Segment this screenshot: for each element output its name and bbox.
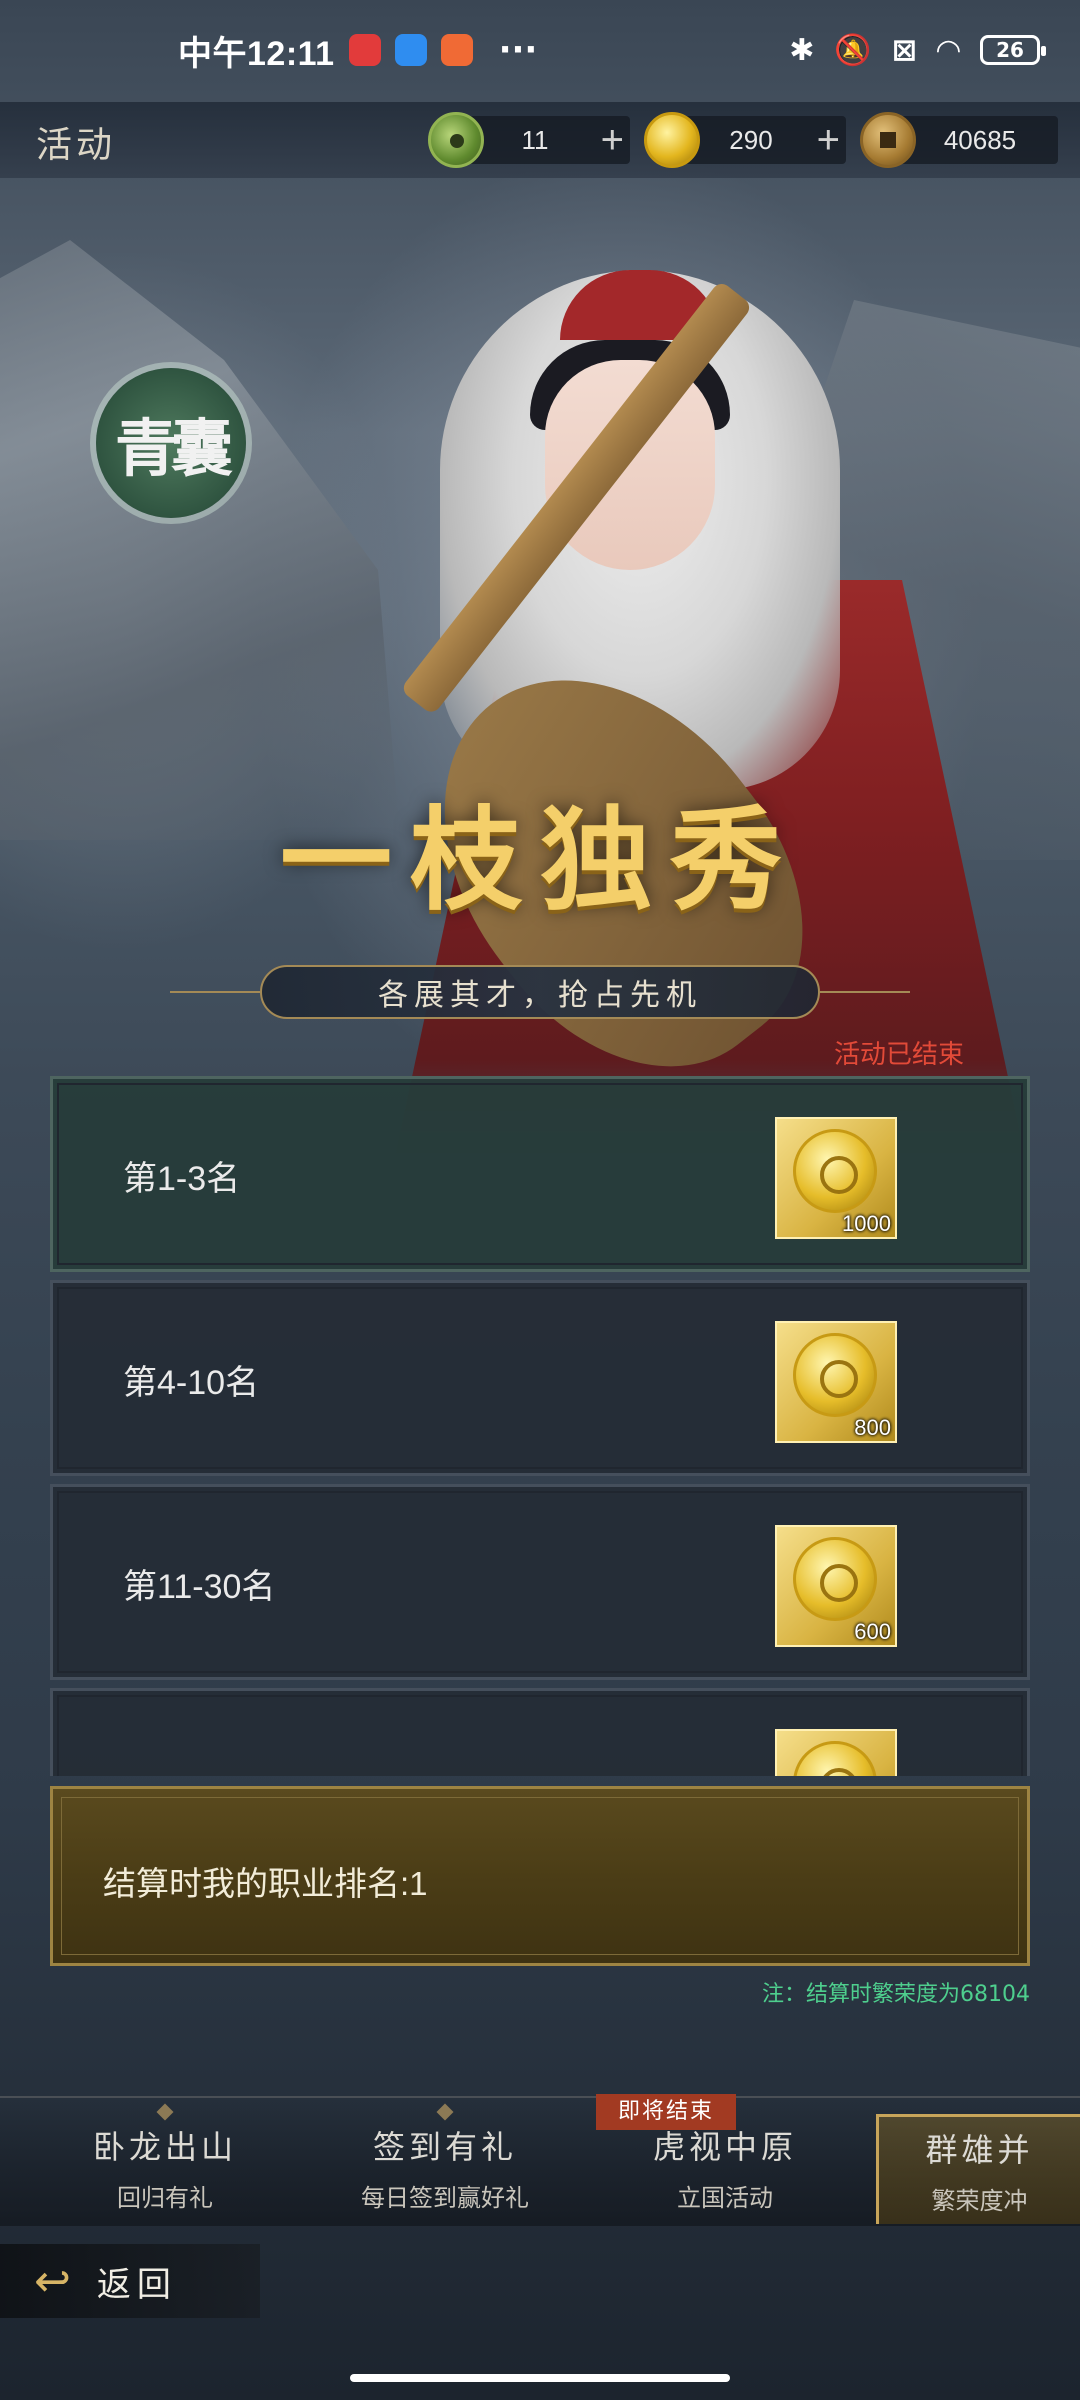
tab-subtitle: 繁荣度冲	[931, 2187, 1028, 2215]
reward-quantity: 1000	[842, 1211, 891, 1236]
bluetooth-icon: ✱	[789, 32, 815, 68]
gold-coin-icon	[793, 1741, 877, 1776]
copper-value: 40685	[943, 124, 1017, 155]
jade-add-button[interactable]: +	[601, 118, 624, 163]
reward-row: 第11-30名 600	[50, 1484, 1030, 1680]
reward-item[interactable]	[775, 1729, 897, 1776]
reward-item[interactable]: 600	[775, 1525, 897, 1647]
event-subtitle: 各展其才，抢占先机	[378, 978, 702, 1013]
ending-soon-badge: 即将结束	[596, 2094, 736, 2130]
top-bar: 活动 11 + 290 + 40685	[0, 102, 1080, 178]
logo-text: 青囊	[114, 412, 233, 485]
tab-divider-dot	[436, 2103, 454, 2121]
battery-icon: 26	[980, 35, 1046, 65]
tab-qunxiong[interactable]: 群雄并 繁荣度冲	[876, 2114, 1080, 2224]
event-subtitle-frame: 各展其才，抢占先机	[260, 965, 820, 1019]
my-rank-label: 结算时我的职业排名:1	[103, 1865, 428, 1902]
reward-row: 第1-3名 1000	[50, 1076, 1030, 1272]
home-indicator[interactable]	[350, 2374, 730, 2382]
back-arrow-icon: ↩	[34, 2255, 71, 2307]
app-notification-icon-orange	[440, 34, 473, 66]
reward-item[interactable]: 1000	[775, 1117, 897, 1239]
tab-title: 签到有礼	[372, 2128, 517, 2166]
subtitle-ornament-left	[170, 991, 260, 993]
back-label: 返回	[96, 2264, 177, 2305]
reward-quantity: 800	[854, 1415, 891, 1440]
tab-subtitle: 每日签到赢好礼	[361, 2184, 529, 2212]
mute-bell-icon: 🔕	[834, 32, 872, 68]
sim-off-icon: ⊠	[891, 32, 917, 68]
status-time: 中午12:11	[178, 34, 335, 73]
subtitle-ornament-right	[820, 991, 910, 993]
status-bar: 中午12:11 ··· ✱ 🔕 ⊠ ◠ 26	[0, 0, 1080, 100]
prosperity-note: 注：结算时繁荣度为68104	[762, 1982, 1030, 2007]
gold-coin-icon	[793, 1333, 877, 1417]
reward-row	[50, 1688, 1030, 1776]
gold-coin-icon	[793, 1129, 877, 1213]
jade-resource[interactable]: 11 +	[428, 112, 630, 168]
gold-add-button[interactable]: +	[817, 118, 840, 163]
event-title: 一枝独秀	[280, 795, 800, 926]
tab-title: 卧龙出山	[92, 2128, 237, 2166]
tab-hushi[interactable]: 虎视中原 立国活动	[600, 2114, 850, 2224]
reward-rank-label: 第1-3名	[123, 1160, 241, 1198]
page-title: 活动	[36, 125, 117, 166]
tab-signin[interactable]: 签到有礼 每日签到赢好礼	[320, 2103, 570, 2224]
more-notifications-icon: ···	[498, 30, 538, 70]
reward-row: 第4-10名 800	[50, 1280, 1030, 1476]
tab-title: 群雄并	[925, 2131, 1034, 2169]
tab-subtitle: 立国活动	[677, 2184, 773, 2212]
reward-rank-label: 第11-30名	[123, 1568, 276, 1606]
status-right: ✱ 🔕 ⊠ ◠ 26	[789, 32, 1046, 68]
app-notification-icon-red	[348, 34, 381, 66]
app-notification-icon-blue	[394, 34, 427, 66]
back-button[interactable]: ↩ 返回	[0, 2244, 260, 2318]
gold-coin-icon	[793, 1537, 877, 1621]
gold-resource[interactable]: 290 +	[644, 112, 846, 168]
event-status: 活动已结束	[833, 1040, 964, 1070]
tab-subtitle: 回归有礼	[117, 2184, 213, 2212]
tab-divider-dot	[156, 2103, 174, 2121]
reward-list[interactable]: 第1-3名 1000 第4-10名 800 第11-30名 600	[50, 1076, 1030, 1776]
reward-item[interactable]: 800	[775, 1321, 897, 1443]
my-rank-panel: 结算时我的职业排名:1	[50, 1786, 1030, 1966]
event-tabs: 卧龙出山 回归有礼 签到有礼 每日签到赢好礼 虎视中原 立国活动 群雄并 繁荣度…	[0, 2096, 1080, 2226]
game-logo-seal: 青囊	[96, 368, 246, 518]
reward-quantity: 600	[854, 1619, 891, 1644]
tab-wolong[interactable]: 卧龙出山 回归有礼	[40, 2103, 290, 2224]
copper-resource: 40685	[860, 112, 1058, 168]
reward-rank-label: 第4-10名	[123, 1364, 260, 1402]
mountain-left	[0, 240, 400, 840]
wifi-icon: ◠	[936, 32, 960, 68]
